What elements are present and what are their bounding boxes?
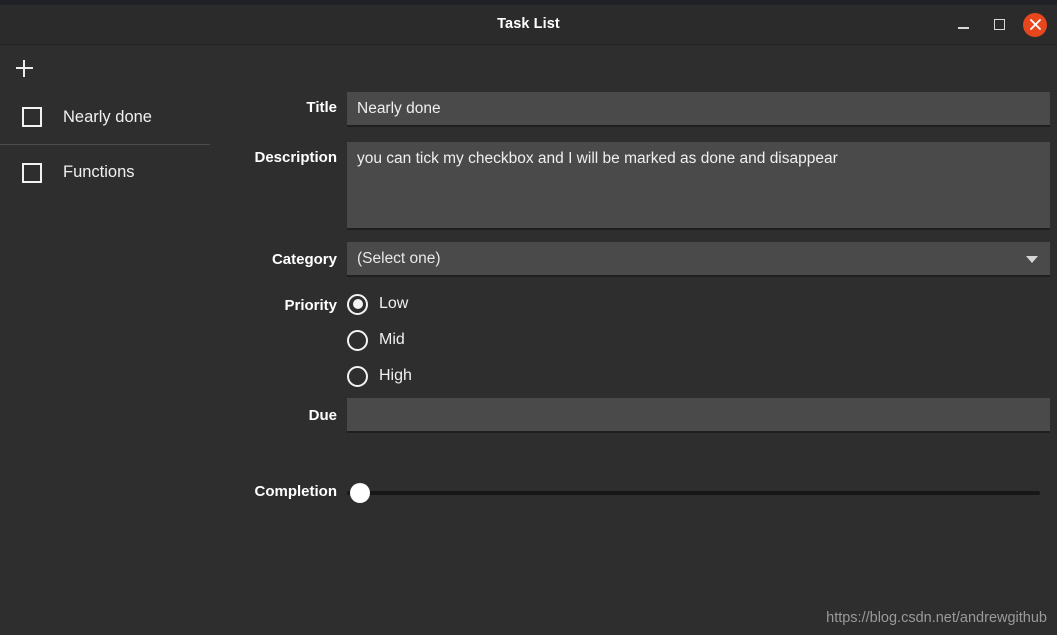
task-detail-form: Title Description you can tick my checkb… — [210, 46, 1057, 635]
priority-option-high[interactable]: High — [347, 365, 412, 387]
category-label: Category — [271, 251, 337, 268]
slider-track[interactable] — [347, 491, 1040, 495]
close-button[interactable] — [1023, 12, 1047, 37]
priority-radio-group: Low Mid High — [347, 293, 412, 387]
maximize-button[interactable] — [987, 13, 1011, 37]
description-label: Description — [254, 149, 337, 166]
list-item[interactable]: Nearly done — [0, 90, 210, 145]
priority-option-label: Low — [379, 295, 409, 312]
task-list: Nearly done Functions — [0, 90, 210, 200]
slider-handle[interactable] — [350, 483, 370, 503]
watermark-text: https://blog.csdn.net/andrewgithub — [826, 610, 1047, 626]
category-selected-value: (Select one) — [357, 249, 441, 267]
close-icon — [1029, 19, 1041, 30]
radio-unselected-icon[interactable] — [347, 329, 368, 351]
category-field-row: Category (Select one) — [210, 242, 1050, 277]
plus-icon — [15, 59, 33, 77]
priority-label: Priority — [284, 297, 337, 314]
title-field-row: Title — [210, 92, 1050, 127]
task-label: Nearly done — [63, 107, 152, 126]
minimize-icon — [957, 27, 969, 29]
list-item[interactable]: Functions — [0, 145, 210, 200]
title-input[interactable] — [347, 92, 1050, 127]
completion-slider[interactable] — [347, 474, 1040, 509]
task-label: Functions — [63, 163, 135, 181]
task-checkbox[interactable] — [22, 162, 42, 183]
task-list-window: Task List Nearly done Functions Title Ne… — [0, 0, 1057, 635]
completion-label: Completion — [254, 483, 338, 500]
description-input[interactable]: you can tick my checkbox and I will be m… — [347, 142, 1050, 230]
category-select[interactable]: (Select one) — [347, 242, 1050, 277]
priority-option-label: High — [379, 367, 412, 384]
chevron-down-icon — [1026, 255, 1038, 263]
priority-option-label: Mid — [379, 331, 405, 348]
due-label: Due — [308, 407, 337, 424]
add-task-button[interactable] — [9, 53, 39, 83]
radio-selected-icon[interactable] — [347, 293, 368, 315]
title-label: Title — [306, 99, 337, 116]
window-title: Task List — [497, 16, 560, 32]
minimize-button[interactable] — [951, 13, 975, 37]
priority-field-row: Priority Low Mid High — [210, 293, 412, 387]
window-controls — [951, 5, 1049, 44]
priority-option-mid[interactable]: Mid — [347, 329, 412, 351]
due-field-row: Due — [210, 398, 1050, 433]
completion-field-row: Completion — [210, 474, 1040, 509]
title-bar[interactable]: Task List — [0, 5, 1057, 45]
task-checkbox[interactable] — [22, 107, 42, 127]
due-input[interactable] — [347, 398, 1050, 433]
description-field-row: Description you can tick my checkbox and… — [210, 142, 1050, 230]
priority-option-low[interactable]: Low — [347, 293, 412, 315]
maximize-icon — [993, 19, 1005, 30]
sidebar: Nearly done Functions — [0, 46, 210, 635]
radio-unselected-icon[interactable] — [347, 365, 368, 387]
